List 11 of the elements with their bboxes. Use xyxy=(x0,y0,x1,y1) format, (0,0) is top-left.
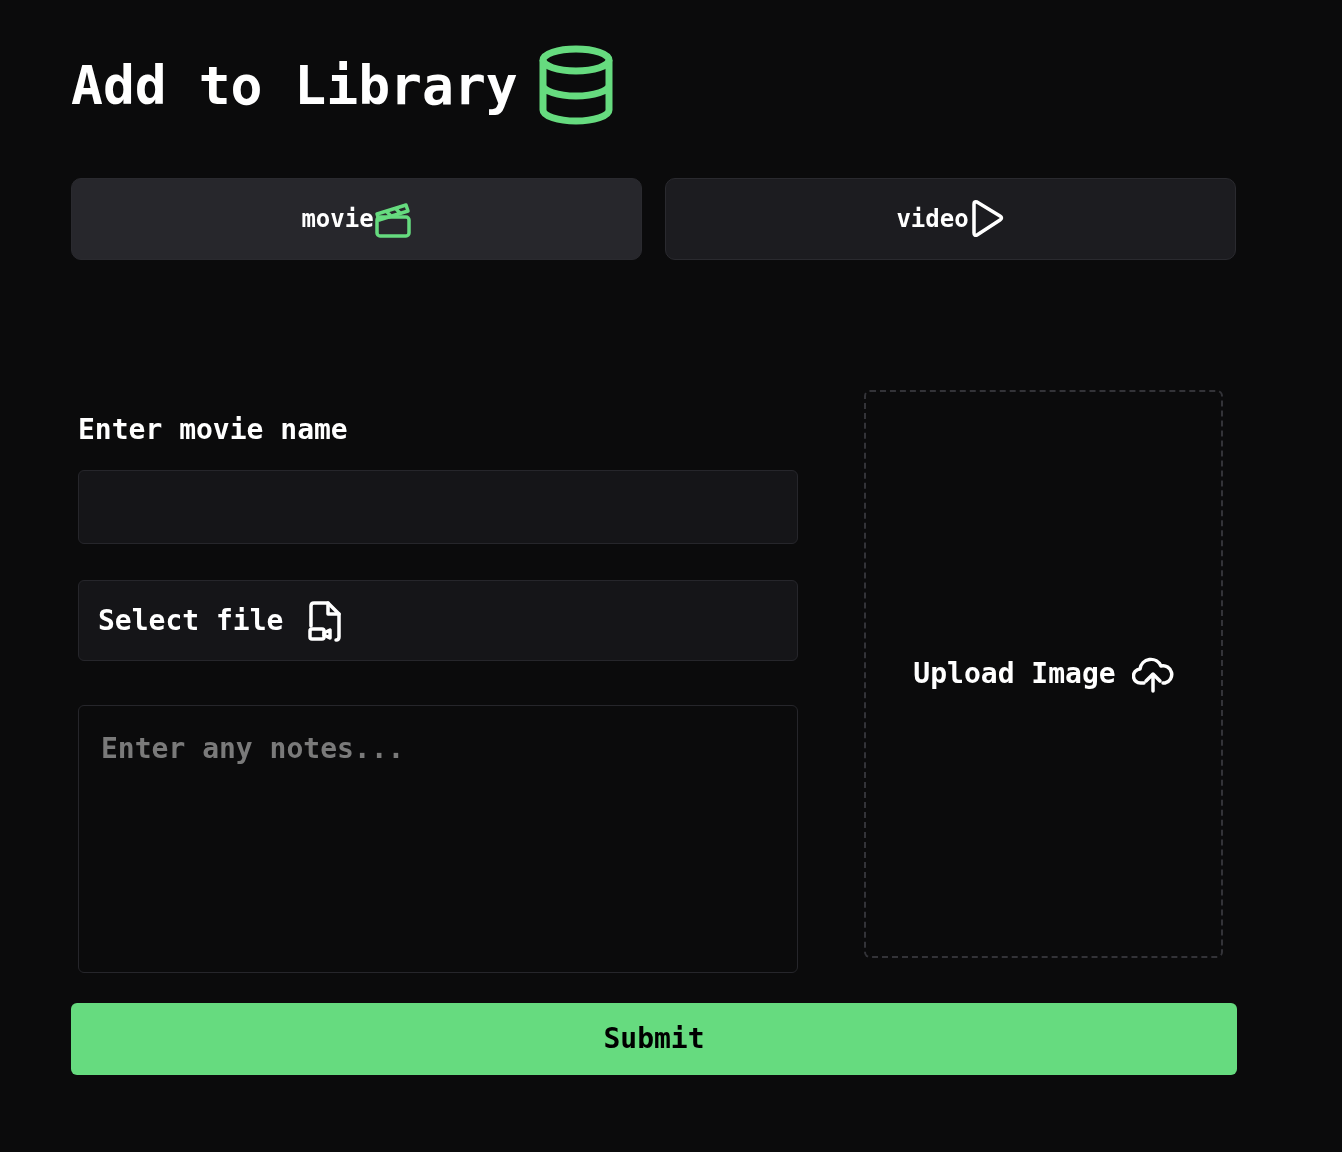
database-icon xyxy=(537,44,614,126)
upload-image-dropzone[interactable]: Upload Image xyxy=(864,390,1223,958)
movie-name-field[interactable] xyxy=(78,470,798,544)
cloud-upload-icon xyxy=(1131,655,1174,693)
field-label: Enter movie name xyxy=(78,412,349,448)
type-tab[interactable]: movie xyxy=(71,178,642,260)
submit-button[interactable]: Submit xyxy=(71,1003,1237,1075)
type-tab[interactable]: video xyxy=(665,178,1236,260)
notes-field[interactable]: Enter any notes... xyxy=(78,705,798,973)
select-file-button[interactable]: Select file xyxy=(78,580,798,661)
video-file-icon xyxy=(307,599,344,642)
